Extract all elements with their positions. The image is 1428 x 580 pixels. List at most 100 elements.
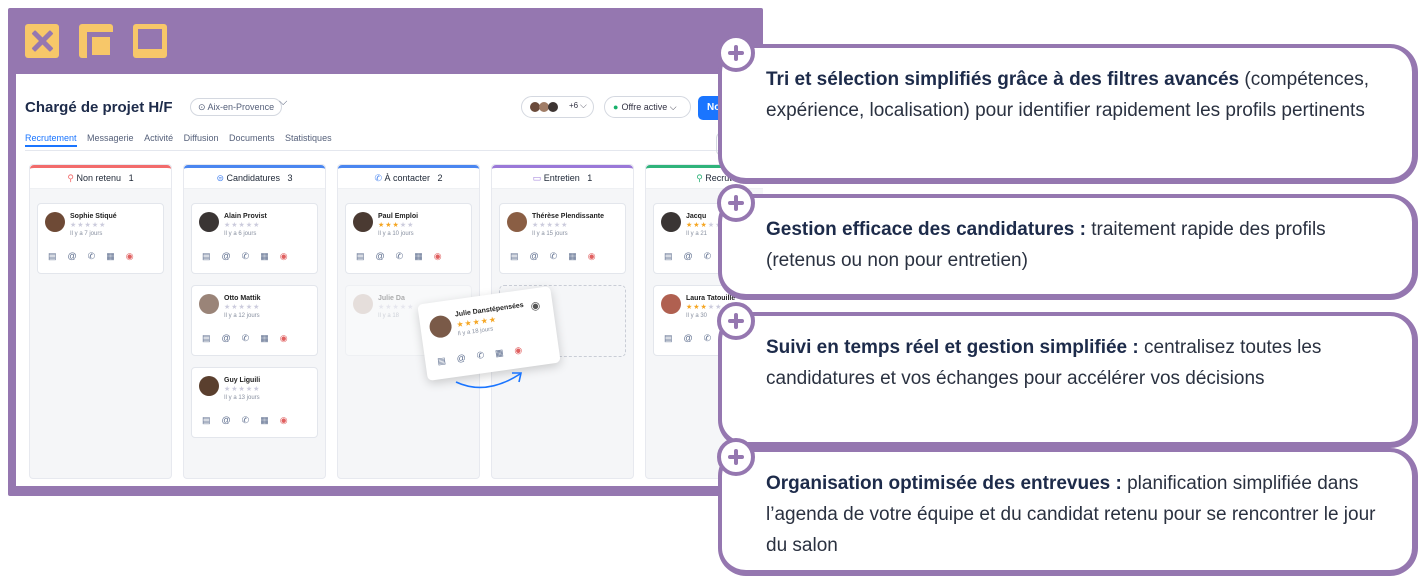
phone-icon[interactable]: ✆	[88, 251, 96, 262]
close-icon[interactable]	[25, 24, 59, 58]
rating-stars[interactable]: ★★★★★	[224, 385, 260, 393]
rating-icon[interactable]: ◉	[434, 251, 442, 262]
tab-recrutement[interactable]: Recrutement	[25, 133, 77, 147]
calendar-icon[interactable]: ▦	[106, 251, 115, 262]
minimize-icon[interactable]	[133, 24, 167, 58]
location-pin-icon: ⊙	[198, 102, 208, 112]
column-header: ⊜ Candidatures 3	[184, 165, 325, 189]
phone-icon[interactable]: ✆	[704, 251, 712, 262]
status-dot-icon: ●	[613, 102, 619, 112]
at-icon[interactable]: @	[68, 251, 77, 261]
phone-icon[interactable]: ✆	[242, 333, 250, 344]
tab-documents[interactable]: Documents	[229, 133, 275, 143]
rating-icon[interactable]: ◉	[280, 415, 288, 426]
candidate-date: Il y a 10 jours	[378, 231, 414, 237]
status-dropdown[interactable]: ● Offre active ⌵	[604, 96, 691, 118]
feature-panel-filters: Tri et sélection simplifiés grâce à des …	[717, 34, 1418, 184]
tab-statistiques[interactable]: Statistiques	[285, 133, 332, 143]
phone-icon[interactable]: ✆	[550, 251, 558, 262]
phone-icon[interactable]: ✆	[396, 251, 404, 262]
avatar	[199, 376, 219, 396]
rating-icon[interactable]: ◉	[514, 345, 523, 357]
maximize-icon[interactable]	[79, 24, 115, 60]
calendar-icon[interactable]: ▦	[260, 415, 269, 426]
avatar	[507, 212, 527, 232]
calendar-icon[interactable]: ▦	[568, 251, 577, 262]
at-icon[interactable]: @	[456, 353, 466, 364]
rating-stars[interactable]: ★★★★★	[70, 221, 106, 229]
tab-diffusion[interactable]: Diffusion	[184, 133, 219, 143]
document-icon[interactable]: ▤	[664, 333, 673, 344]
rating-stars[interactable]: ★★★★★	[224, 221, 260, 229]
feature-title: Organisation optimisée des entrevues :	[766, 473, 1122, 494]
candidate-card[interactable]: Otto Mattik ★★★★★ Il y a 12 jours ▤ @ ✆ ▦ ◉	[191, 285, 318, 356]
candidate-name: Julie Da	[378, 295, 405, 302]
phone-icon[interactable]: ✆	[704, 333, 712, 344]
candidate-name: Paul Emploi	[378, 213, 419, 220]
column-label: Non retenu	[76, 173, 122, 183]
ats-app: Chargé de projet H/F ⊙ Aix-en-Provence ⌵…	[16, 74, 763, 486]
team-avatars[interactable]: +6 ⌵	[521, 96, 594, 118]
at-icon[interactable]: @	[222, 333, 231, 343]
document-icon[interactable]: ▤	[202, 415, 211, 426]
rating-icon[interactable]: ◉	[280, 333, 288, 344]
tab-activite[interactable]: Activité	[144, 133, 173, 143]
card-actions: ▤ @ ✆ ▦ ◉	[510, 251, 607, 262]
at-icon[interactable]: @	[222, 251, 231, 261]
location-badge[interactable]: ⊙ Aix-en-Provence	[190, 98, 283, 116]
tab-bar: Recrutement Messagerie Activité Diffusio…	[25, 133, 340, 147]
calendar-icon[interactable]: ▦	[260, 333, 269, 344]
rating-stars[interactable]: ★★★★★	[532, 221, 568, 229]
feature-panel-applications: Gestion efficace des candidatures : trai…	[717, 184, 1418, 300]
plus-icon	[717, 184, 755, 222]
at-icon[interactable]: @	[684, 251, 693, 261]
document-icon[interactable]: ▤	[510, 251, 519, 262]
avatar	[199, 212, 219, 232]
document-icon[interactable]: ▤	[437, 355, 447, 367]
rating-icon[interactable]: ◉	[588, 251, 596, 262]
rating-icon[interactable]: ◉	[280, 251, 288, 262]
feature-panel-tracking: Suivi en temps réel et gestion simplifié…	[717, 302, 1418, 448]
rating-icon[interactable]: ◉	[126, 251, 134, 262]
phone-icon[interactable]: ✆	[242, 415, 250, 426]
avatar	[661, 294, 681, 314]
plus-icon	[717, 302, 755, 340]
rating-icon[interactable]: ◉	[530, 299, 541, 313]
candidate-name: Sophie Stiqué	[70, 213, 117, 220]
rating-stars[interactable]: ★★★★★	[224, 303, 260, 311]
candidate-date: Il y a 13 jours	[224, 395, 260, 401]
drag-arrow-icon	[455, 372, 522, 389]
document-icon[interactable]: ▤	[202, 333, 211, 344]
feature-title: Suivi en temps réel et gestion simplifié…	[766, 337, 1139, 358]
at-icon[interactable]: @	[222, 415, 231, 425]
candidate-card[interactable]: Alain Provist ★★★★★ Il y a 6 jours ▤ @ ✆ ▦ ◉	[191, 203, 318, 274]
tab-messagerie[interactable]: Messagerie	[87, 133, 134, 143]
at-icon[interactable]: @	[376, 251, 385, 261]
column-candidatures: ⊜ Candidatures 3 Alain Provist ★★★★★ Il …	[183, 164, 326, 479]
calendar-icon[interactable]: ▦	[260, 251, 269, 262]
chevron-down-icon[interactable]: ⌵	[279, 96, 287, 109]
document-icon[interactable]: ▤	[48, 251, 57, 262]
phone-icon[interactable]: ✆	[476, 350, 485, 362]
calendar-icon[interactable]: ▦	[494, 347, 504, 359]
feature-title: Gestion efficace des candidatures :	[766, 219, 1086, 240]
card-actions: ▤ @ ✆ ▦ ◉	[202, 333, 299, 344]
document-icon[interactable]: ▤	[664, 251, 673, 262]
rating-stars[interactable]: ★★★★★	[378, 221, 414, 229]
document-icon[interactable]: ▤	[202, 251, 211, 262]
phone-icon[interactable]: ✆	[242, 251, 250, 262]
candidate-card[interactable]: Guy Liguili ★★★★★ Il y a 13 jours ▤ @ ✆ ▦ ◉	[191, 367, 318, 438]
rating-stars[interactable]: ★★★★★	[686, 221, 722, 229]
candidate-card[interactable]: Paul Emploi ★★★★★ Il y a 10 jours ▤ @ ✆ ▦ ◉	[345, 203, 472, 274]
candidate-card[interactable]: Thérèse Plendissante ★★★★★ Il y a 15 jou…	[499, 203, 626, 274]
feature-text: Gestion efficace des candidatures : trai…	[766, 214, 1398, 276]
column-header: ✆ À contacter 2	[338, 165, 479, 189]
card-actions: ▤ @ ✆ ▦ ◉	[48, 251, 145, 262]
at-icon[interactable]: @	[530, 251, 539, 261]
rating-stars[interactable]: ★★★★★	[686, 303, 722, 311]
calendar-icon[interactable]: ▦	[414, 251, 423, 262]
at-icon[interactable]: @	[684, 333, 693, 343]
document-icon[interactable]: ▤	[356, 251, 365, 262]
candidate-card[interactable]: Sophie Stiqué ★★★★★ Il y a 7 jours ▤ @ ✆ ▦ ◉	[37, 203, 164, 274]
avatar	[428, 314, 454, 340]
